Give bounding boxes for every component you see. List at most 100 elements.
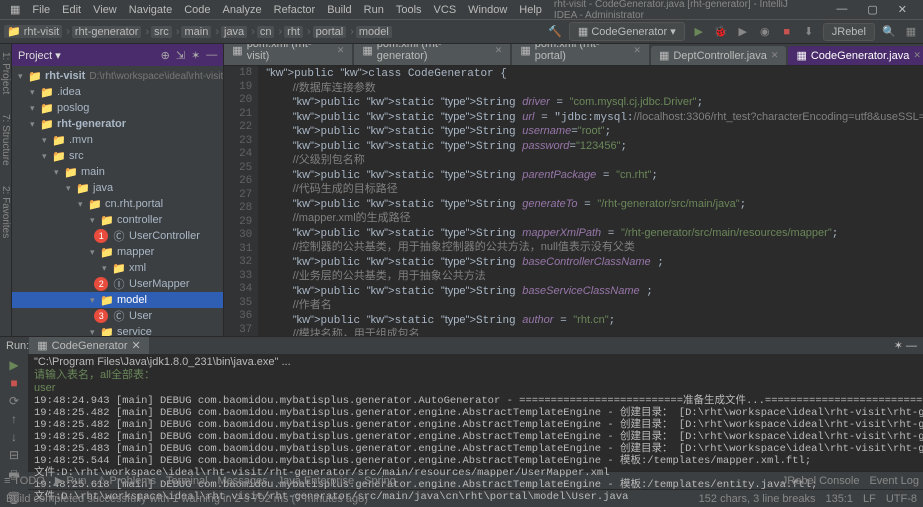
tree-item[interactable]: ▾📁service: [12, 324, 223, 336]
close-tab-icon[interactable]: ✕: [131, 339, 140, 352]
tree-item[interactable]: ▾📁controller: [12, 212, 223, 228]
breadcrumb-item[interactable]: cn: [257, 26, 275, 38]
rerun-icon[interactable]: ▶: [9, 358, 18, 372]
editor-tab[interactable]: ▦pom.xml (rht-generator)✕: [354, 44, 510, 65]
bottom-tab[interactable]: Spring: [364, 475, 396, 487]
restart-icon[interactable]: ⟳: [9, 394, 19, 408]
bottom-tab[interactable]: ⚠ Problems: [97, 474, 156, 487]
editor: ▦pom.xml (rht-visit)✕▦pom.xml (rht-gener…: [224, 44, 923, 336]
favorites-tool-button[interactable]: 2: Favorites: [0, 186, 11, 238]
run-panel: Run: ▦ CodeGenerator ✕ ✶ — ▶ ■ ⟳ ↑ ↓ ⊟ 🖶…: [0, 336, 923, 471]
down-icon[interactable]: ↓: [11, 430, 17, 444]
tree-item[interactable]: ⒸUserController1: [12, 228, 223, 244]
tree-item[interactable]: ▾📁xml: [12, 260, 223, 276]
status-item: 152 chars, 3 line breaks: [699, 493, 816, 505]
close-tab-icon[interactable]: ✕: [633, 45, 641, 56]
menu-vcs[interactable]: VCS: [428, 4, 463, 16]
settings-icon[interactable]: ▦: [903, 24, 919, 40]
breadcrumb-item[interactable]: model: [356, 26, 392, 38]
expand-icon[interactable]: ⇲: [176, 49, 185, 62]
hide-icon[interactable]: —: [206, 49, 217, 62]
project-panel: Project ▾ ⊕ ⇲ ✶ — ▾📁rht-visitD:\rht\work…: [12, 44, 224, 336]
up-icon[interactable]: ↑: [11, 412, 17, 426]
profile-icon[interactable]: ◉: [757, 24, 773, 40]
menu-file[interactable]: File: [26, 4, 56, 16]
debug-icon[interactable]: 🐞: [713, 24, 729, 40]
editor-tab[interactable]: ▦DeptController.java✕: [651, 46, 787, 65]
tree-item[interactable]: ▾📁.mvn: [12, 132, 223, 148]
menu-analyze[interactable]: Analyze: [216, 4, 267, 16]
run-tab[interactable]: ▦ CodeGenerator ✕: [29, 337, 148, 354]
event-log-button[interactable]: Event Log: [869, 475, 919, 487]
breadcrumb-item[interactable]: portal: [313, 26, 347, 38]
close-tab-icon[interactable]: ✕: [771, 50, 779, 61]
jrebel-badge[interactable]: JRebel: [823, 23, 875, 41]
menu-view[interactable]: View: [87, 4, 123, 16]
menu-tools[interactable]: Tools: [390, 4, 428, 16]
window-title: rht-visit - CodeGenerator.java [rht-gene…: [548, 0, 816, 21]
status-item: LF: [863, 493, 876, 505]
project-tool-button[interactable]: 1: Project: [0, 52, 11, 94]
menu-window[interactable]: Window: [462, 4, 513, 16]
stop-icon[interactable]: ■: [779, 24, 795, 40]
maximize-icon[interactable]: ▢: [861, 3, 883, 16]
tree-item[interactable]: ▾📁mapper: [12, 244, 223, 260]
tree-item[interactable]: ▾📁java: [12, 180, 223, 196]
bottom-tab[interactable]: ▶ Run: [55, 474, 87, 487]
collapse-icon[interactable]: ✶: [191, 49, 200, 62]
run-config-selector[interactable]: ▦ CodeGenerator ▾: [569, 22, 685, 41]
menu-code[interactable]: Code: [178, 4, 216, 16]
tree-item[interactable]: ▾📁rht-generator: [12, 116, 223, 132]
editor-tab[interactable]: ▦pom.xml (rht-portal)✕: [512, 44, 649, 65]
menu-edit[interactable]: Edit: [56, 4, 87, 16]
tree-item[interactable]: ▾📁cn.rht.portal: [12, 196, 223, 212]
bottom-tab[interactable]: Terminal: [166, 475, 208, 487]
bottom-tab[interactable]: Java Enterprise: [278, 475, 354, 487]
breadcrumb-item[interactable]: rht-generator: [72, 26, 142, 38]
app-icon: ▦: [4, 3, 26, 16]
tree-item[interactable]: ▾📁poslog: [12, 100, 223, 116]
tree-item[interactable]: ▾📁main: [12, 164, 223, 180]
coverage-icon[interactable]: ▶: [735, 24, 751, 40]
left-gutter: 1: Project 7: Structure 2: Favorites: [0, 44, 12, 336]
tree-item[interactable]: ⒾUserMapper2: [12, 276, 223, 292]
close-icon[interactable]: ✕: [892, 3, 913, 16]
tree-item[interactable]: ▾📁.idea: [12, 84, 223, 100]
run-label: Run:: [6, 340, 29, 352]
breadcrumb-item[interactable]: src: [151, 26, 172, 38]
tree-item[interactable]: ⒸUser3: [12, 308, 223, 324]
tree-root[interactable]: ▾📁rht-visitD:\rht\workspace\ideal\rht-vi…: [12, 68, 223, 84]
breadcrumb-item[interactable]: java: [221, 26, 247, 38]
structure-tool-button[interactable]: 7: Structure: [0, 114, 11, 166]
breadcrumb-item[interactable]: main: [181, 26, 211, 38]
bottom-tab[interactable]: ≡ TODO: [4, 475, 45, 487]
menu-navigate[interactable]: Navigate: [123, 4, 178, 16]
menu-build[interactable]: Build: [321, 4, 357, 16]
minimize-icon[interactable]: —: [830, 3, 853, 16]
close-tab-icon[interactable]: ✕: [913, 50, 921, 61]
tree-item[interactable]: ▾📁model: [12, 292, 223, 308]
select-opened-icon[interactable]: ⊕: [161, 49, 170, 62]
menu-run[interactable]: Run: [358, 4, 390, 16]
tree-item[interactable]: ▾📁src: [12, 148, 223, 164]
menu-help[interactable]: Help: [513, 4, 548, 16]
close-tab-icon[interactable]: ✕: [495, 45, 503, 56]
breadcrumb-item[interactable]: 📁 rht-visit: [4, 25, 62, 38]
code-content[interactable]: "kw">public "kw">class CodeGenerator { /…: [258, 66, 923, 336]
breadcrumb-item[interactable]: rht: [284, 26, 303, 38]
stop-run-icon[interactable]: ■: [10, 376, 17, 390]
run-icon[interactable]: ▶: [691, 24, 707, 40]
build-icon[interactable]: 🔨: [547, 24, 563, 40]
project-tree[interactable]: ▾📁rht-visitD:\rht\workspace\ideal\rht-vi…: [12, 66, 223, 336]
search-icon[interactable]: 🔍: [881, 24, 897, 40]
jrebel-console-button[interactable]: JRebel Console: [782, 475, 860, 487]
menu-refactor[interactable]: Refactor: [268, 4, 322, 16]
run-settings-icon[interactable]: ✶: [894, 340, 903, 352]
bottom-tab[interactable]: Messages: [218, 475, 268, 487]
wrap-icon[interactable]: ⊟: [9, 448, 19, 462]
git-icon[interactable]: ⬇: [801, 24, 817, 40]
editor-tab[interactable]: ▦pom.xml (rht-visit)✕: [224, 44, 352, 65]
editor-tab[interactable]: ▦CodeGenerator.java✕: [788, 46, 923, 65]
close-tab-icon[interactable]: ✕: [337, 45, 345, 56]
run-hide-icon[interactable]: —: [906, 340, 917, 352]
